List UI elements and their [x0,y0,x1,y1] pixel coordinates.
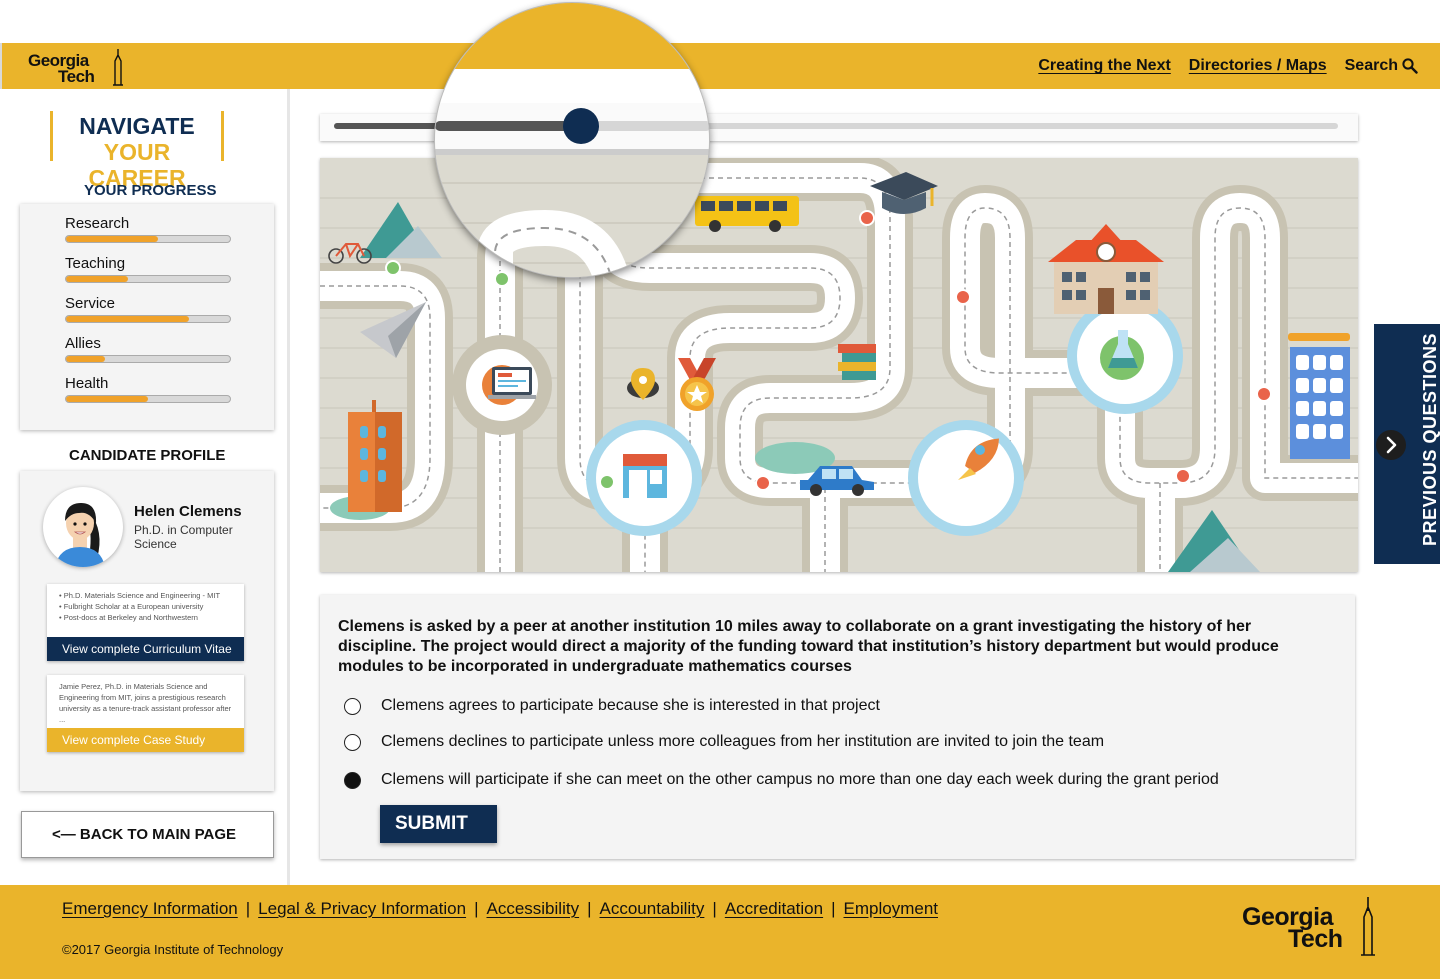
nav-link-creating-the-next[interactable]: Creating the Next [1038,57,1170,75]
office-building-icon [1288,333,1350,459]
books-icon [838,344,876,380]
footer-link-accessibility[interactable]: Accessibility [486,899,579,919]
slider-magnifier [434,2,710,278]
copyright: ©2017 Georgia Institute of Technology [62,942,284,957]
answer-option-label: Clemens declines to participate unless m… [381,733,1105,750]
chevron-right-icon[interactable] [1376,430,1406,460]
progress-label: Teaching [65,255,126,272]
view-cv-button[interactable]: View complete Curriculum Vitae [47,637,244,661]
site-header: Georgia Tech Creating the Next Directori… [0,43,1440,89]
georgia-tech-logo[interactable]: Georgia Tech [28,49,128,87]
tower-icon [113,49,123,86]
store-icon [623,454,667,498]
school-building-icon [1048,224,1164,314]
progress-label: Health [65,375,109,392]
navigate-your-career-title: NAVIGATE YOUR CAREER [50,111,224,191]
view-case-study-button[interactable]: View complete Case Study [47,728,244,752]
laptop-icon [482,365,536,405]
progress-item-research: Research [65,215,231,243]
progress-fill [66,236,158,242]
candidate-name: Helen Clemens [134,503,242,520]
link-separator: | [587,899,592,918]
question-text: Clemens is asked by a peer at another in… [338,618,1279,675]
progress-fill [66,276,129,282]
previous-questions-label: PREVIOUS QUESTIONS [1420,332,1440,546]
progress-bar [65,315,231,323]
nav-link-directories-maps[interactable]: Directories / Maps [1189,57,1327,75]
slider-handle [563,108,599,144]
search-icon [1402,58,1418,74]
link-separator: | [245,899,251,918]
answer-option-label: Clemens will participate if she can meet… [381,771,1219,788]
progress-item-service: Service [65,295,231,323]
radio-button[interactable] [344,697,361,715]
footer-link-accreditation[interactable]: Accreditation [725,899,823,919]
cv-line: • Ph.D. Materials Science and Engineerin… [59,591,221,600]
footer-link-accountability[interactable]: Accountability [600,899,705,919]
link-separator: | [474,899,479,918]
question-card: Clemens is asked by a peer at another in… [320,595,1355,859]
avatar [43,487,123,567]
progress-label: Research [65,215,130,232]
progress-bar [65,355,231,363]
logo-line2: Tech [1288,925,1343,953]
location-pin-icon [627,368,659,400]
previous-questions-tab[interactable]: PREVIOUS QUESTIONS [1374,324,1440,564]
progress-bar [65,235,231,243]
progress-item-health: Health [65,375,231,403]
chevron-right-glyph [1386,436,1397,454]
logo-line2: Tech [58,67,95,86]
progress-label: Allies [65,335,101,352]
cv-summary: • Ph.D. Materials Science and Engineerin… [47,584,244,637]
progress-card: Research Teaching Service Allies Health [20,204,274,430]
cv-summary-card: • Ph.D. Materials Science and Engineerin… [47,584,244,661]
case-study-card: Jamie Perez, Ph.D. in Materials Science … [47,675,244,752]
answer-option-label: Clemens agrees to participate because sh… [381,697,880,714]
candidate-degree: Ph.D. in Computer Science [134,523,233,551]
progress-item-allies: Allies [65,335,231,363]
footer-link-legal[interactable]: Legal & Privacy Information [258,899,466,919]
bus-icon [695,196,799,232]
link-separator: | [712,899,717,918]
progress-item-teaching: Teaching [65,255,231,283]
radio-button[interactable] [344,771,361,789]
footer-link-emergency[interactable]: Emergency Information [62,899,238,919]
progress-fill [66,396,148,402]
site-footer: Emergency Information | Legal & Privacy … [0,885,1440,979]
footer-georgia-tech-logo[interactable]: Georgia Tech [1242,897,1382,957]
radio-button[interactable] [344,733,361,751]
answer-option[interactable]: Clemens declines to participate unless m… [344,733,1104,751]
answer-option[interactable]: Clemens agrees to participate because sh… [344,697,880,715]
magnifier-lens [435,3,709,277]
candidate-profile-card: Helen Clemens Ph.D. in Computer Science … [20,471,274,791]
office-building-icon [348,400,402,512]
back-to-main-page-button[interactable]: <— BACK TO MAIN PAGE [21,811,274,858]
search-link[interactable]: Search [1345,57,1418,75]
title-line1: NAVIGATE [79,113,195,139]
sidebar: NAVIGATE YOUR CAREER YOUR PROGRESS Resea… [0,89,290,885]
cv-line: • Post-docs at Berkeley and Northwestern [59,613,198,622]
progress-bar [65,395,231,403]
answer-option[interactable]: Clemens will participate if she can meet… [344,771,1219,789]
candidate-profile-heading: CANDIDATE PROFILE [69,447,226,464]
page: Georgia Tech Creating the Next Directori… [0,0,1440,979]
footer-links: Emergency Information | Legal & Privacy … [62,899,938,919]
progress-fill [66,356,106,362]
progress-bar [65,275,231,283]
footer-link-employment[interactable]: Employment [844,899,938,919]
cv-line: • Fulbright Scholar at a European univer… [59,602,204,611]
submit-button[interactable]: SUBMIT [380,805,497,843]
tower-icon [1361,897,1375,956]
progress-heading: YOUR PROGRESS [84,182,217,199]
candidate-avatar-icon [55,503,105,567]
search-label: Search [1344,57,1398,74]
link-separator: | [831,899,836,918]
progress-fill [66,316,189,322]
top-nav: Creating the Next Directories / Maps Sea… [1038,57,1418,75]
case-study-summary: Jamie Perez, Ph.D. in Materials Science … [59,682,232,724]
progress-label: Service [65,295,116,312]
